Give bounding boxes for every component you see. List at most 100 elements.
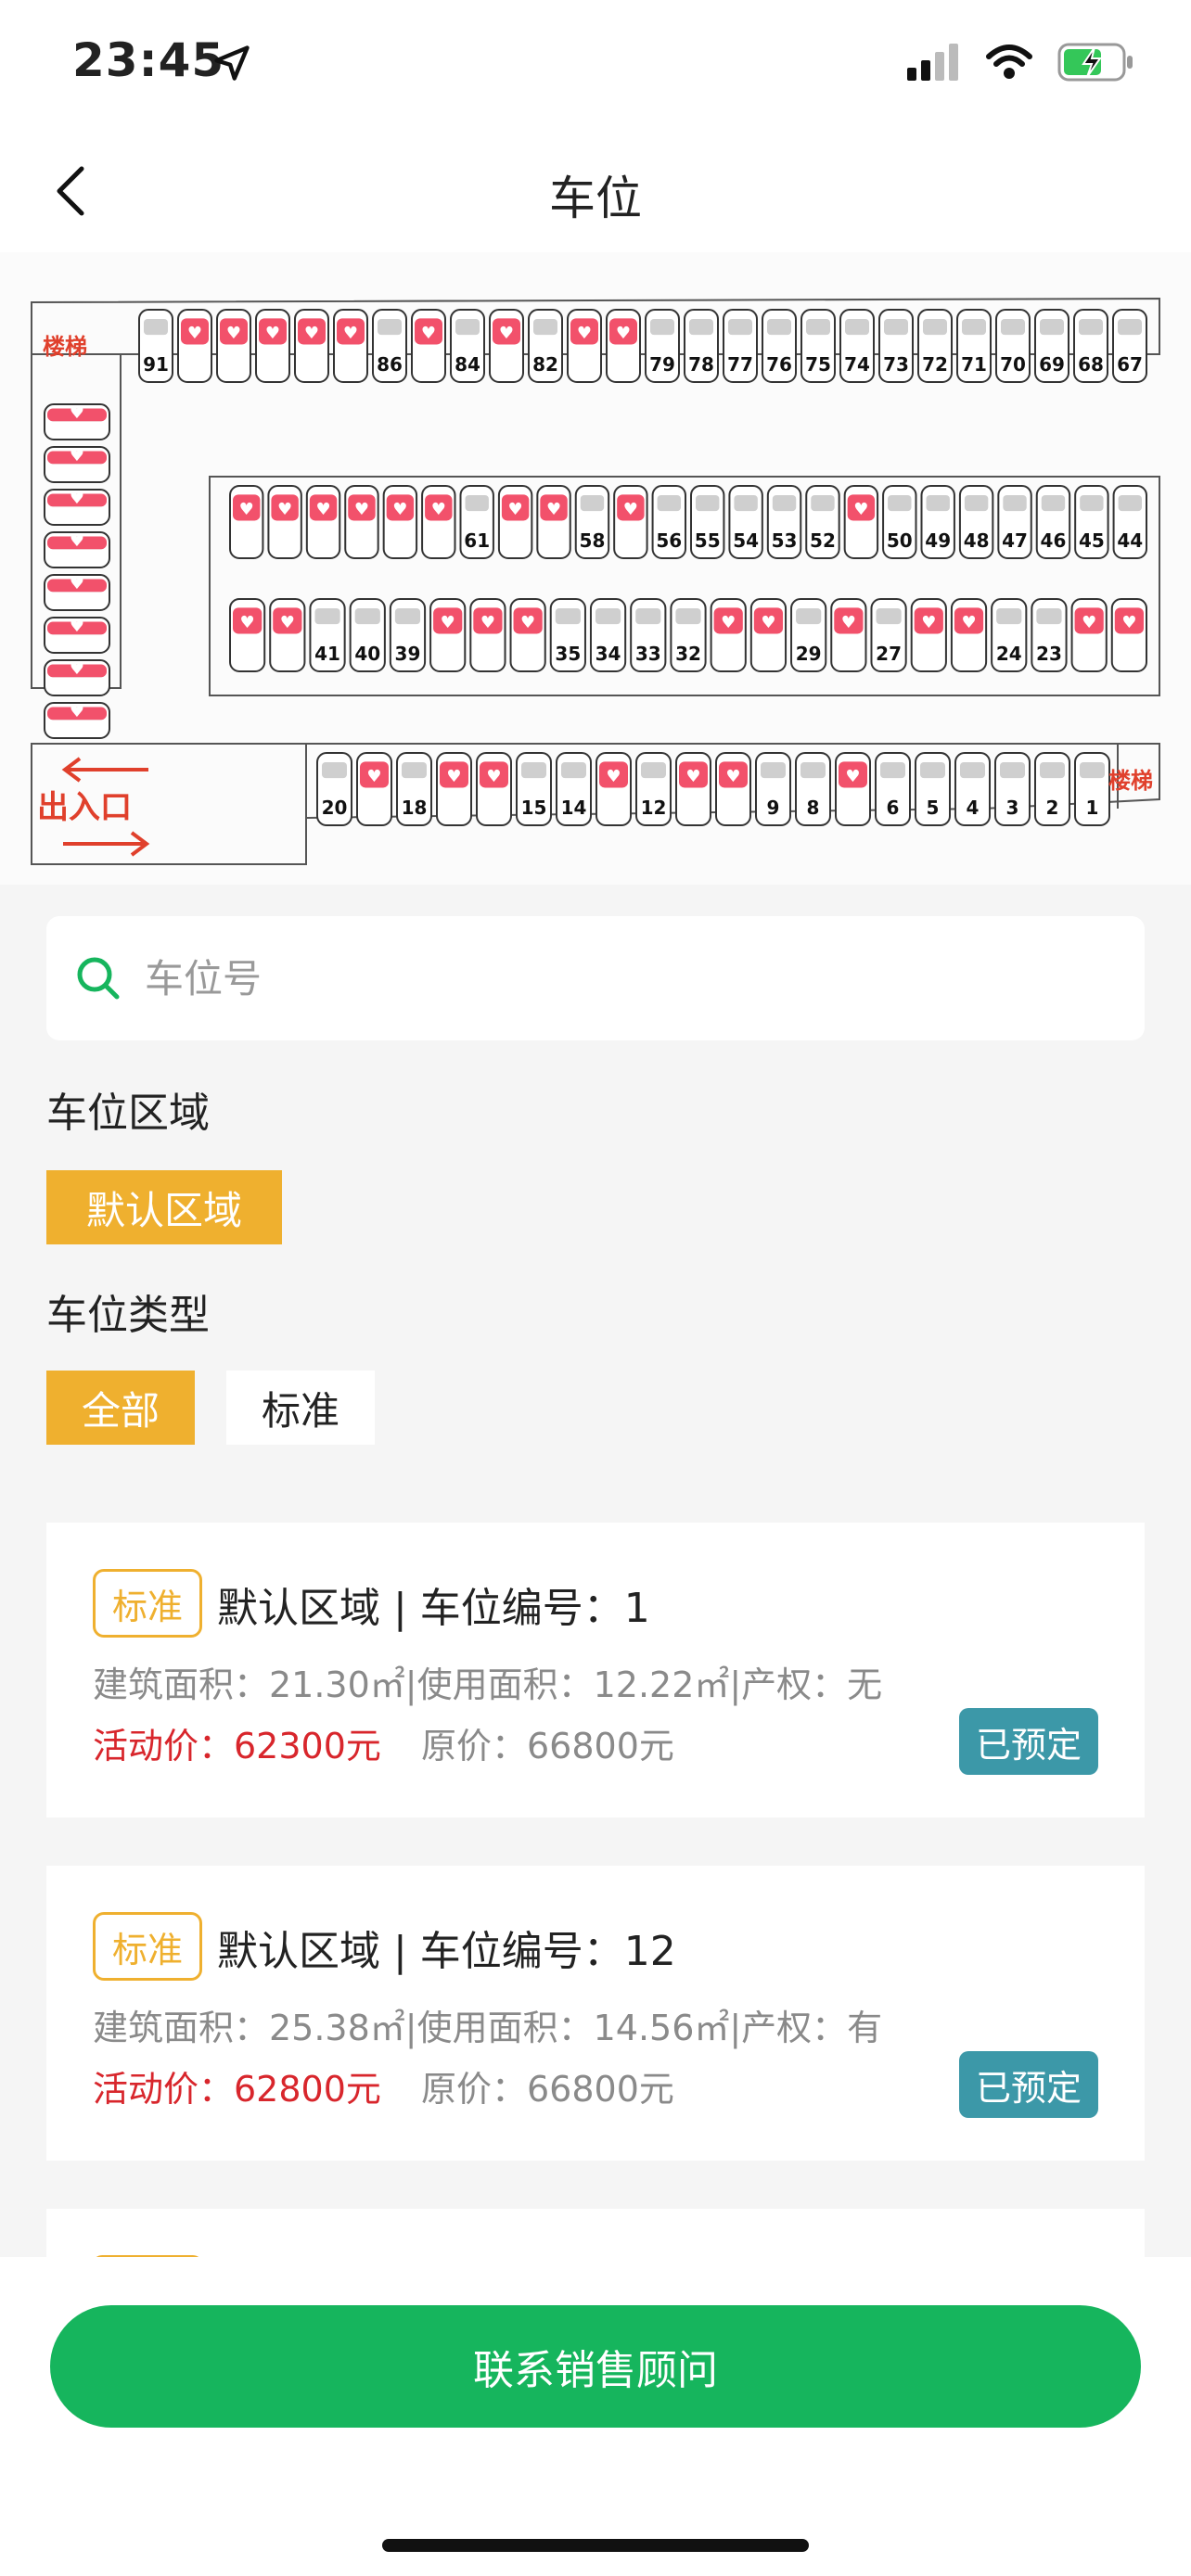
parking-spot[interactable]: 76 xyxy=(762,309,797,383)
parking-spot[interactable]: ♥ xyxy=(1110,598,1147,672)
parking-spot[interactable]: ♥ xyxy=(44,489,110,526)
parking-spot[interactable]: ♥ xyxy=(830,598,867,672)
parking-spot[interactable]: 39 xyxy=(389,598,427,672)
parking-spot[interactable]: ♥ xyxy=(177,309,212,383)
parking-spot[interactable]: ♥ xyxy=(229,485,264,559)
parking-spot[interactable]: 3 xyxy=(994,752,1031,826)
parking-spot[interactable]: 70 xyxy=(995,309,1031,383)
parking-spot[interactable]: ♥ xyxy=(294,309,329,383)
parking-spot[interactable]: ♥ xyxy=(715,752,751,826)
parking-spot[interactable]: 79 xyxy=(645,309,680,383)
parking-spot[interactable]: ♥ xyxy=(429,598,467,672)
parking-spot[interactable]: ♥ xyxy=(469,598,506,672)
parking-spot[interactable]: ♥ xyxy=(344,485,379,559)
parking-spot[interactable]: 15 xyxy=(516,752,552,826)
parking-spot[interactable]: 77 xyxy=(723,309,758,383)
parking-spot[interactable]: 29 xyxy=(790,598,827,672)
parking-spot[interactable]: 75 xyxy=(800,309,836,383)
parking-spot[interactable]: ♥ xyxy=(606,309,641,383)
reserved-status-button[interactable]: 已预定 xyxy=(959,1708,1098,1775)
contact-sales-button[interactable]: 联系销售顾问 xyxy=(50,2305,1141,2428)
parking-spot[interactable]: 20 xyxy=(316,752,352,826)
parking-spot[interactable]: 50 xyxy=(882,485,917,559)
type-chip-standard[interactable]: 标准 xyxy=(226,1371,375,1445)
parking-spot[interactable]: ♥ xyxy=(229,598,266,672)
parking-spot[interactable]: 86 xyxy=(372,309,407,383)
parking-spot[interactable]: 40 xyxy=(349,598,386,672)
parking-spot[interactable]: 47 xyxy=(997,485,1032,559)
parking-spot[interactable]: 72 xyxy=(917,309,953,383)
parking-spot[interactable]: 12 xyxy=(635,752,672,826)
parking-spot[interactable]: 49 xyxy=(920,485,955,559)
parking-spot[interactable]: ♥ xyxy=(269,598,306,672)
area-chip-default[interactable]: 默认区域 xyxy=(46,1170,282,1244)
parking-map[interactable]: 91 ♥ ♥ ♥ ♥ ♥ 86 ♥ 84 ♥ 82 ♥ ♥ 79 78 77 76 75 74 73 72 71 70 69 6… xyxy=(0,252,1191,885)
parking-spot[interactable]: 45 xyxy=(1074,485,1109,559)
parking-spot[interactable]: 4 xyxy=(954,752,991,826)
parking-spot[interactable]: ♥ xyxy=(333,309,368,383)
listing-card[interactable]: 标准 默认区域 | 车位编号：12 建筑面积：25.38㎡|使用面积：14.56… xyxy=(46,1866,1145,2161)
parking-spot[interactable]: 1 xyxy=(1074,752,1110,826)
parking-spot[interactable]: 32 xyxy=(670,598,707,672)
parking-spot[interactable]: 44 xyxy=(1112,485,1148,559)
parking-spot[interactable]: 18 xyxy=(396,752,432,826)
type-chip-all[interactable]: 全部 xyxy=(46,1371,195,1445)
parking-spot[interactable]: ♥ xyxy=(596,752,632,826)
reserved-status-button[interactable]: 已预定 xyxy=(959,2051,1098,2118)
parking-spot[interactable]: 58 xyxy=(574,485,610,559)
parking-spot[interactable]: ♥ xyxy=(476,752,512,826)
parking-spot[interactable]: 34 xyxy=(589,598,627,672)
parking-spot[interactable]: ♥ xyxy=(1070,598,1108,672)
parking-spot[interactable]: ♥ xyxy=(44,617,110,654)
parking-spot[interactable]: 48 xyxy=(958,485,994,559)
listing-card-partial[interactable] xyxy=(46,2209,1145,2264)
parking-spot[interactable]: 6 xyxy=(875,752,911,826)
parking-spot[interactable]: ♥ xyxy=(44,531,110,568)
parking-spot[interactable]: ♥ xyxy=(536,485,571,559)
parking-spot[interactable]: 27 xyxy=(870,598,907,672)
parking-spot[interactable]: 84 xyxy=(450,309,485,383)
parking-spot[interactable]: 5 xyxy=(915,752,951,826)
parking-spot[interactable]: ♥ xyxy=(356,752,392,826)
parking-spot[interactable]: 78 xyxy=(684,309,719,383)
listing-card[interactable]: 标准 默认区域 | 车位编号：1 建筑面积：21.30㎡|使用面积：12.22㎡… xyxy=(46,1523,1145,1817)
parking-spot[interactable]: ♥ xyxy=(436,752,472,826)
parking-spot[interactable]: 55 xyxy=(690,485,725,559)
parking-spot[interactable]: 69 xyxy=(1034,309,1069,383)
parking-spot[interactable]: ♥ xyxy=(421,485,456,559)
parking-spot[interactable]: ♥ xyxy=(267,485,302,559)
parking-spot[interactable]: ♥ xyxy=(305,485,341,559)
parking-spot[interactable]: 74 xyxy=(839,309,875,383)
parking-spot[interactable]: ♥ xyxy=(44,659,110,696)
parking-spot[interactable]: 2 xyxy=(1034,752,1070,826)
parking-spot[interactable]: ♥ xyxy=(44,446,110,483)
parking-spot[interactable]: 23 xyxy=(1031,598,1068,672)
parking-spot[interactable]: 91 xyxy=(138,309,173,383)
parking-spot[interactable]: ♥ xyxy=(613,485,648,559)
parking-spot[interactable]: 54 xyxy=(728,485,763,559)
parking-spot[interactable]: ♥ xyxy=(44,702,110,739)
parking-spot[interactable]: ♥ xyxy=(675,752,711,826)
parking-spot[interactable]: 53 xyxy=(766,485,802,559)
parking-spot[interactable]: ♥ xyxy=(44,403,110,440)
parking-spot[interactable]: 41 xyxy=(309,598,346,672)
parking-spot[interactable]: ♥ xyxy=(910,598,947,672)
parking-spot[interactable]: ♥ xyxy=(835,752,871,826)
parking-spot[interactable]: ♥ xyxy=(411,309,446,383)
parking-spot[interactable]: 24 xyxy=(991,598,1028,672)
parking-spot[interactable]: ♥ xyxy=(843,485,879,559)
parking-spot[interactable]: ♥ xyxy=(509,598,546,672)
parking-spot[interactable]: 61 xyxy=(459,485,494,559)
parking-spot[interactable]: 52 xyxy=(805,485,840,559)
parking-spot[interactable]: ♥ xyxy=(710,598,747,672)
parking-spot[interactable]: 35 xyxy=(549,598,586,672)
parking-spot[interactable]: ♥ xyxy=(44,574,110,611)
parking-spot[interactable]: 56 xyxy=(651,485,686,559)
parking-spot[interactable]: ♥ xyxy=(950,598,988,672)
parking-spot[interactable]: 82 xyxy=(528,309,563,383)
search-input[interactable] xyxy=(145,955,1072,1001)
parking-spot[interactable]: ♥ xyxy=(497,485,533,559)
parking-spot[interactable]: 68 xyxy=(1073,309,1108,383)
parking-spot[interactable]: 67 xyxy=(1112,309,1147,383)
parking-spot[interactable]: ♥ xyxy=(749,598,788,672)
